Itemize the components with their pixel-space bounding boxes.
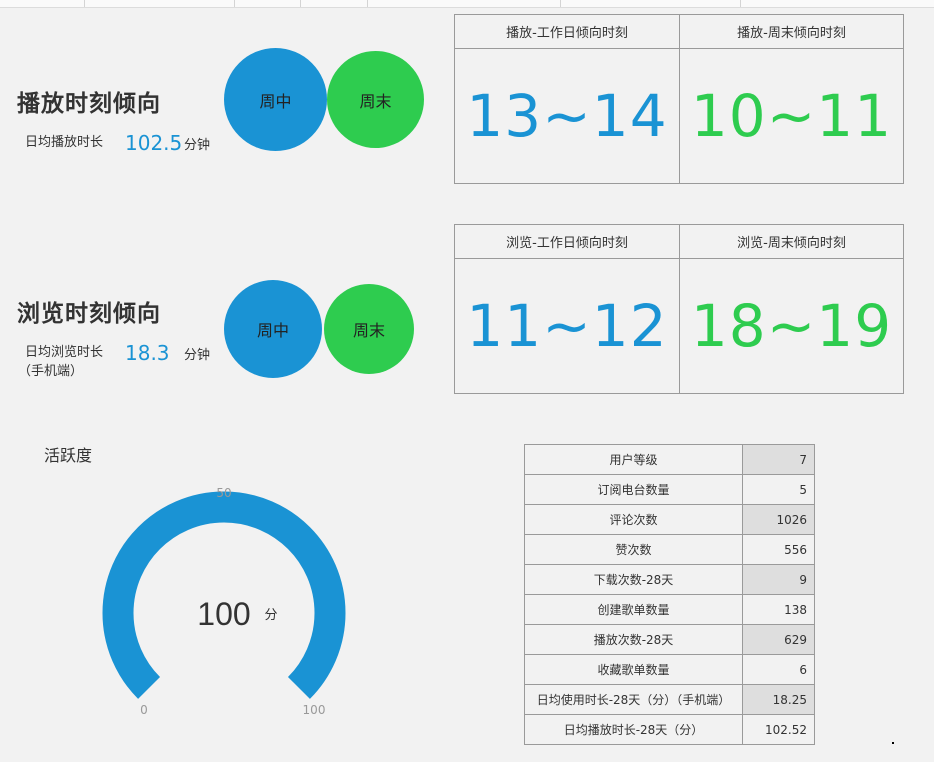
stat-label-cell: 评论次数 [524, 504, 743, 535]
browse-daily-label: 日均浏览时长 [25, 345, 104, 360]
gauge-max-label: 100 [303, 703, 326, 717]
stat-label-cell: 日均播放时长-28天（分） [524, 714, 743, 745]
browse-hours-box: 浏览-工作日倾向时刻 浏览-周末倾向时刻 11~12 18~19 [454, 224, 904, 394]
table-row: 日均播放时长-28天（分） 102.52 [524, 714, 815, 745]
browse-section-title: 浏览时刻倾向 [17, 301, 161, 327]
browse-weekend-bubble: 周末 [324, 284, 414, 374]
table-row: 播放次数-28天 629 [524, 624, 815, 655]
play-daily-unit: 分钟 [184, 138, 211, 153]
play-weekend-bubble: 周末 [327, 51, 424, 148]
browse-weekday-header: 浏览-工作日倾向时刻 [455, 225, 679, 259]
play-section-title: 播放时刻倾向 [17, 91, 161, 117]
stat-label-cell: 播放次数-28天 [524, 624, 743, 655]
stat-value-cell: 1026 [742, 504, 815, 535]
stat-value-cell: 629 [742, 624, 815, 655]
stat-label-cell: 赞次数 [524, 534, 743, 565]
stat-value-cell: 5 [742, 474, 815, 505]
stat-label-cell: 收藏歌单数量 [524, 654, 743, 685]
browse-daily-unit: 分钟 [184, 348, 211, 363]
stat-label-cell: 用户等级 [524, 444, 743, 475]
activity-gauge-title: 活跃度 [44, 446, 93, 465]
activity-gauge: 0 50 100 100 分 [102, 486, 346, 717]
stat-label-cell: 下载次数-28天 [524, 564, 743, 595]
stat-value-cell: 6 [742, 654, 815, 685]
stat-label-cell: 日均使用时长-28天（分）（手机端） [524, 684, 743, 715]
table-row: 日均使用时长-28天（分）（手机端） 18.25 [524, 684, 815, 715]
stat-value-cell: 9 [742, 564, 815, 595]
play-weekday-bubble: 周中 [224, 48, 327, 151]
user-stats-table: 用户等级 7 订阅电台数量 5 评论次数 1026 赞次数 556 下载次数-28天 9 创建歌单数… [524, 444, 815, 745]
browse-weekend-header: 浏览-周末倾向时刻 [680, 225, 903, 259]
browse-weekday-hours: 11~12 [466, 292, 668, 360]
stat-value-cell: 138 [742, 594, 815, 625]
play-weekend-hours: 10~11 [690, 82, 893, 150]
browse-daily-sublabel: （手机端） [18, 364, 84, 379]
table-row: 用户等级 7 [524, 444, 815, 475]
gauge-min-label: 0 [140, 703, 148, 717]
play-hours-box: 播放-工作日倾向时刻 播放-周末倾向时刻 13~14 10~11 [454, 14, 904, 184]
browse-weekend-hours: 18~19 [690, 292, 893, 360]
play-weekday-header: 播放-工作日倾向时刻 [455, 15, 679, 49]
stat-value-cell: 556 [742, 534, 815, 565]
stat-label-cell: 订阅电台数量 [524, 474, 743, 505]
table-row: 评论次数 1026 [524, 504, 815, 535]
table-row: 创建歌单数量 138 [524, 594, 815, 625]
browse-daily-value: 18.3 [125, 341, 170, 365]
stat-value-cell: 102.52 [742, 714, 815, 745]
play-weekend-header: 播放-周末倾向时刻 [680, 15, 903, 49]
stat-label-cell: 创建歌单数量 [524, 594, 743, 625]
table-row: 赞次数 556 [524, 534, 815, 565]
play-weekday-hours: 13~14 [466, 82, 668, 150]
table-row: 订阅电台数量 5 [524, 474, 815, 505]
stat-value-cell: 18.25 [742, 684, 815, 715]
gauge-value: 100 [197, 596, 250, 632]
gauge-unit: 分 [264, 608, 277, 623]
stray-dot [892, 742, 894, 744]
gauge-mid-label: 50 [216, 486, 231, 500]
stat-value-cell: 7 [742, 444, 815, 475]
top-tab-strip [0, 0, 934, 8]
play-daily-label: 日均播放时长 [25, 135, 104, 150]
table-row: 下载次数-28天 9 [524, 564, 815, 595]
table-row: 收藏歌单数量 6 [524, 654, 815, 685]
play-daily-value: 102.5 [125, 131, 183, 155]
browse-weekday-bubble: 周中 [224, 280, 322, 378]
